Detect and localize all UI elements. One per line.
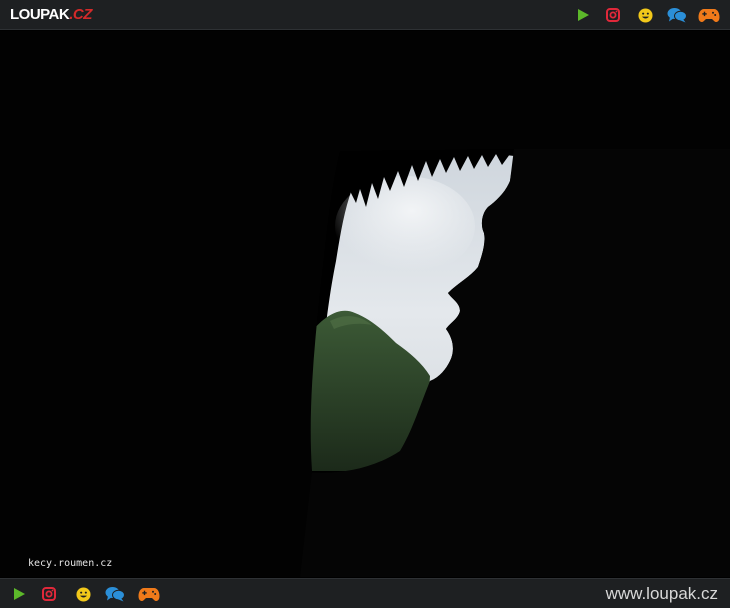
instagram-icon[interactable] <box>602 4 624 26</box>
play-icon[interactable] <box>572 4 594 26</box>
bottom-icon-group <box>8 583 160 605</box>
top-bar: LOUPAK.CZ <box>0 0 730 30</box>
main-photo[interactable]: kecy.roumen.cz <box>0 31 730 577</box>
site-logo[interactable]: LOUPAK.CZ <box>10 5 92 25</box>
chat-bubbles-icon[interactable] <box>666 4 688 26</box>
cave-face-silhouette-image <box>0 31 730 577</box>
top-icon-group <box>572 4 720 26</box>
instagram-icon[interactable] <box>38 583 60 605</box>
play-icon[interactable] <box>8 583 30 605</box>
logo-tld-text: .CZ <box>69 6 92 23</box>
logo-main-text: LOUPAK <box>10 6 70 23</box>
smiley-icon[interactable] <box>72 583 94 605</box>
site-url-link[interactable]: www.loupak.cz <box>606 584 718 604</box>
gamepad-icon[interactable] <box>138 583 160 605</box>
gamepad-icon[interactable] <box>698 4 720 26</box>
bottom-bar: www.loupak.cz <box>0 578 730 608</box>
image-watermark: kecy.roumen.cz <box>28 558 113 569</box>
smiley-icon[interactable] <box>634 4 656 26</box>
chat-bubbles-icon[interactable] <box>104 583 126 605</box>
